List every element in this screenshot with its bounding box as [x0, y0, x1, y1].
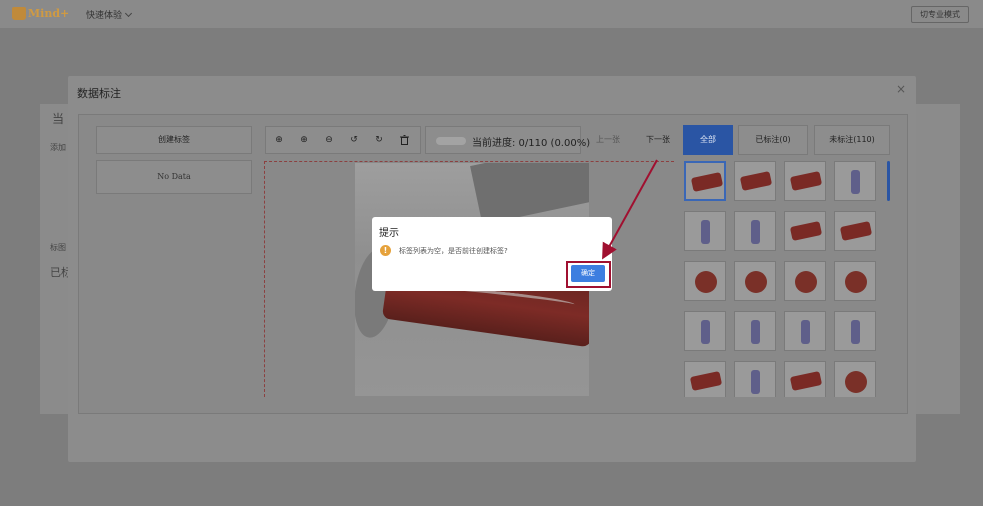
thumbnail-item[interactable] — [784, 311, 826, 351]
thumbnail-item[interactable] — [784, 361, 826, 397]
crown-icon — [12, 7, 26, 20]
filter-labeled-button[interactable]: 已标注(0) — [738, 125, 808, 155]
thumbnail-item[interactable] — [684, 361, 726, 397]
thumbnail-item[interactable] — [684, 261, 726, 301]
thumbnail-item[interactable] — [834, 261, 876, 301]
thumbnail-item[interactable] — [834, 311, 876, 351]
app-logo[interactable]: Mind+ — [12, 6, 69, 22]
image-background-object — [470, 163, 589, 225]
thumbnail-object — [695, 271, 717, 293]
progress-text: 当前进度: 0/110 (0.00%) — [472, 138, 591, 149]
dialog-title: 提示 — [379, 228, 399, 239]
thumbnail-item[interactable] — [684, 311, 726, 351]
thumbnail-object — [701, 220, 710, 244]
thumbnail-object — [801, 320, 810, 344]
warning-icon: ! — [380, 245, 391, 256]
chevron-down-icon — [124, 9, 133, 18]
thumbnail-object — [789, 221, 823, 241]
thumbnail-item[interactable] — [784, 161, 826, 201]
thumbnail-object — [789, 171, 823, 191]
zoom-out-icon[interactable]: ⊖ — [324, 135, 334, 145]
thumbnail-item[interactable] — [734, 211, 776, 251]
background-label-add: 添加 — [50, 143, 66, 152]
thumbnail-item[interactable] — [834, 361, 876, 397]
thumbnail-item[interactable] — [734, 311, 776, 351]
thumbnail-object — [745, 271, 767, 293]
thumbnail-object — [839, 221, 873, 241]
thumbnail-object — [789, 371, 823, 391]
thumbnail-object — [851, 320, 860, 344]
thumbnail-item[interactable] — [834, 211, 876, 251]
tag-list-empty: No Data — [96, 160, 252, 194]
thumbnail-item[interactable] — [684, 211, 726, 251]
thumbnail-item[interactable] — [734, 361, 776, 397]
rotate-left-icon[interactable]: ↺ — [349, 135, 359, 145]
thumbnail-scrollbar[interactable] — [887, 161, 890, 201]
thumbnail-object — [739, 171, 773, 191]
logo-text: Mind+ — [28, 7, 70, 20]
image-toolbar: ⊕ ⊕ ⊖ ↺ ↻ — [265, 126, 421, 154]
next-image-button[interactable]: 下一张 — [635, 126, 681, 154]
filter-unlabeled-button[interactable]: 未标注(110) — [814, 125, 890, 155]
thumbnail-item[interactable] — [684, 161, 726, 201]
pro-mode-button[interactable]: 切专业模式 — [911, 6, 969, 23]
zoom-in-icon[interactable]: ⊕ — [299, 135, 309, 145]
thumbnail-item[interactable] — [784, 211, 826, 251]
progress-bar — [436, 137, 466, 145]
quick-experience-label: 快速体验 — [86, 11, 123, 21]
create-tag-button[interactable]: 创建标签 — [96, 126, 252, 154]
thumbnail-object — [689, 371, 723, 391]
thumbnail-object — [845, 371, 867, 393]
thumbnail-item[interactable] — [734, 261, 776, 301]
annotation-highlight-box — [566, 261, 611, 288]
dialog-message: 标签列表为空，是否前往创建标签? — [399, 247, 508, 255]
crosshair-icon[interactable]: ⊕ — [274, 135, 284, 145]
thumbnail-object — [751, 220, 760, 244]
quick-experience-menu[interactable]: 快速体验 — [86, 8, 133, 21]
thumbnail-object — [690, 172, 724, 192]
modal-title: 数据标注 — [77, 87, 121, 100]
progress-box: 当前进度: 0/110 (0.00%) — [425, 126, 590, 154]
thumbnail-item[interactable] — [734, 161, 776, 201]
close-icon[interactable]: × — [896, 82, 906, 96]
thumbnail-object — [795, 271, 817, 293]
thumbnail-grid — [684, 161, 894, 397]
background-label-tag: 标图 — [50, 243, 66, 252]
thumbnail-object — [851, 170, 860, 194]
filter-all-button[interactable]: 全部 — [683, 125, 733, 155]
thumbnail-object — [751, 320, 760, 344]
thumbnail-object — [845, 271, 867, 293]
rotate-right-icon[interactable]: ↻ — [374, 135, 384, 145]
prev-image-button[interactable]: 上一张 — [585, 126, 631, 154]
thumbnail-item[interactable] — [834, 161, 876, 201]
delete-icon[interactable] — [399, 135, 409, 145]
background-heading: 当 — [52, 112, 65, 126]
thumbnail-object — [751, 370, 760, 394]
thumbnail-object — [701, 320, 710, 344]
top-bar: Mind+ 快速体验 切专业模式 — [0, 0, 983, 28]
thumbnail-item[interactable] — [784, 261, 826, 301]
